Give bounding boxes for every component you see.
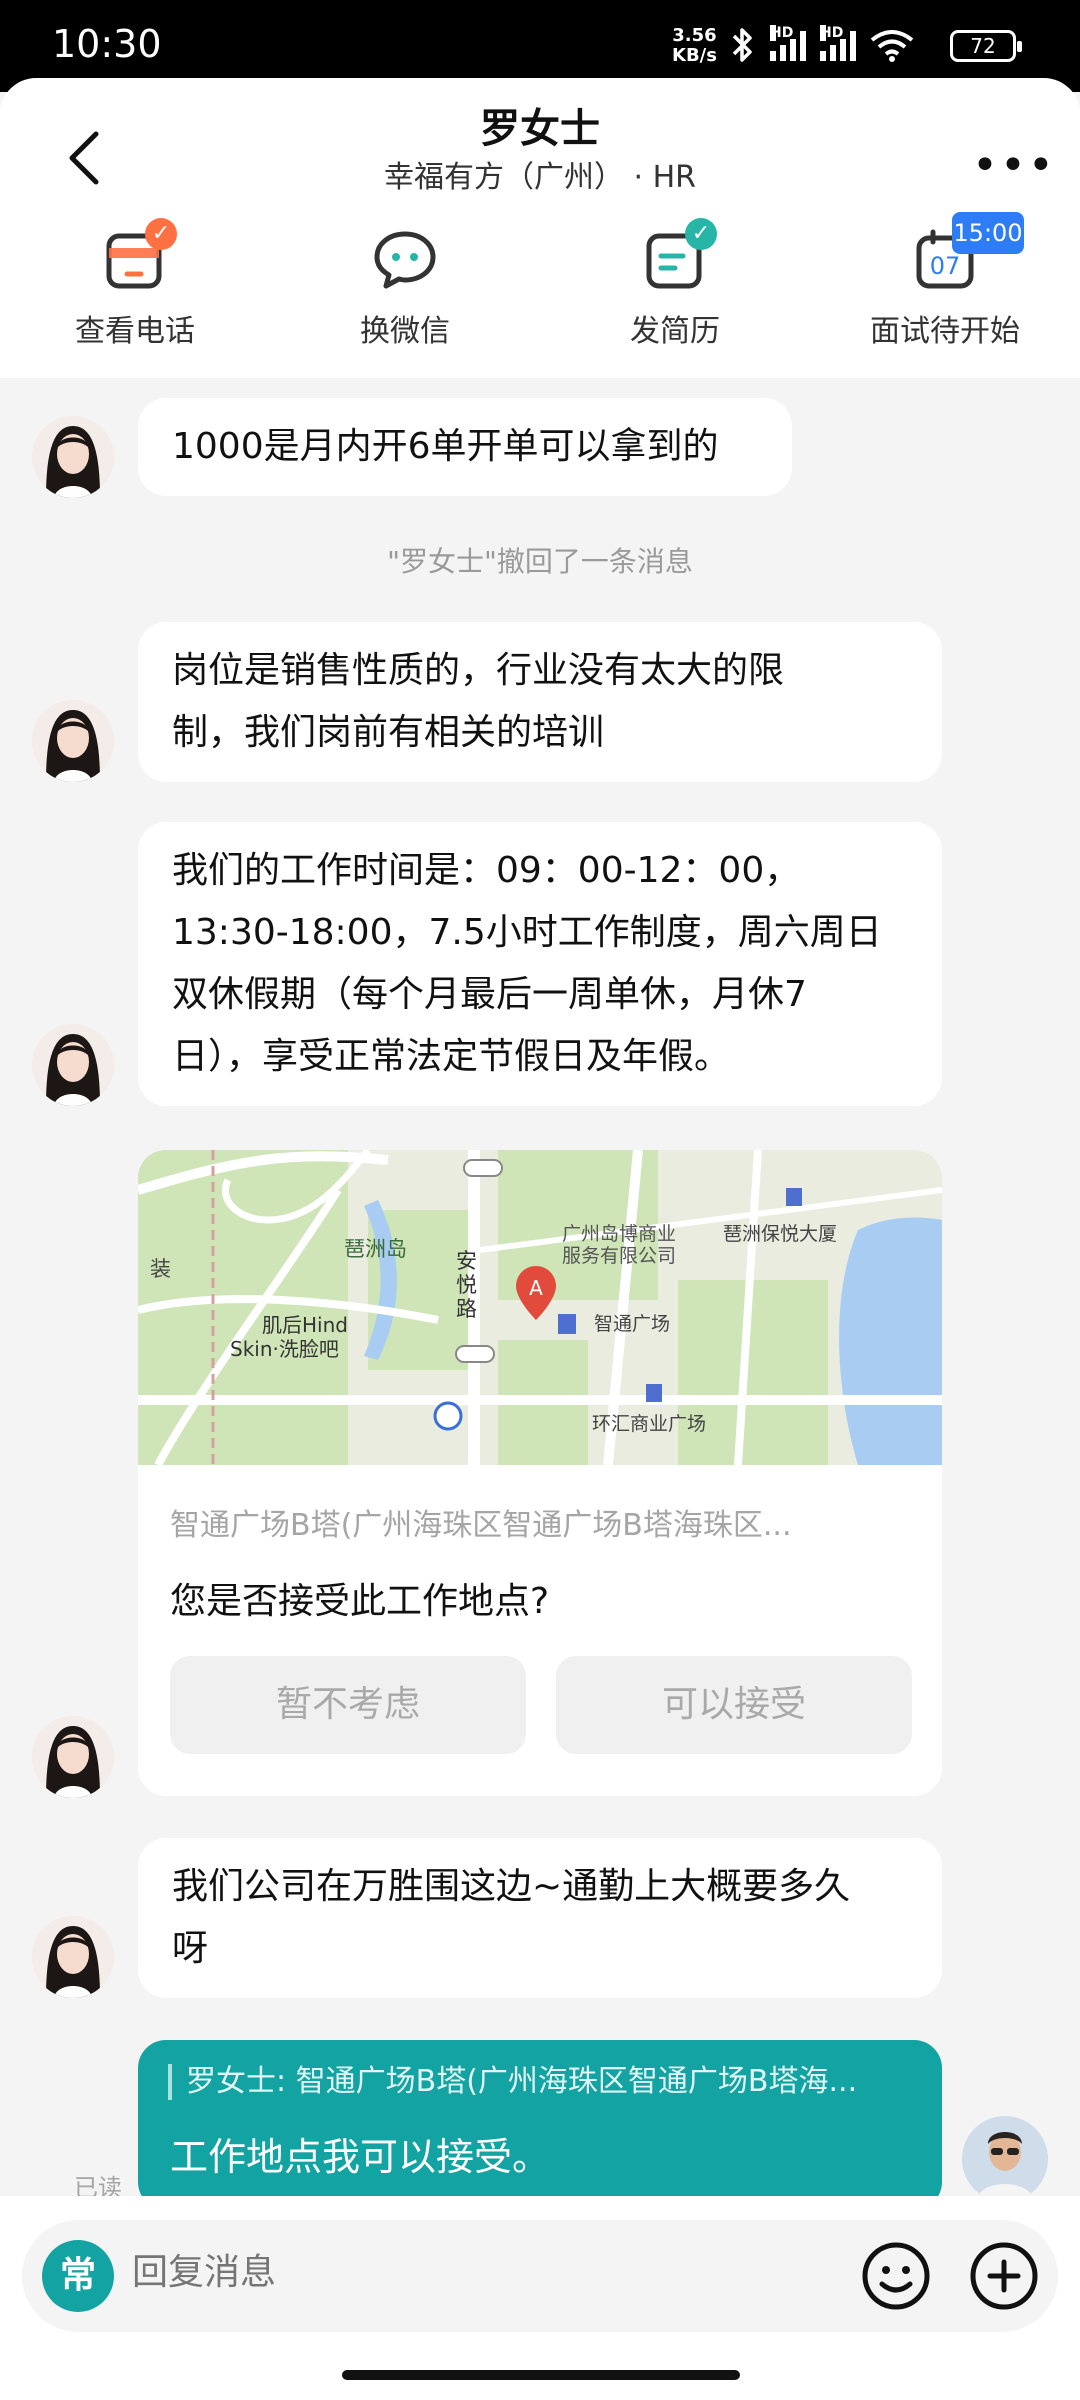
hr-avatar[interactable] [32,1024,114,1106]
contact-name: 罗女士 [480,106,600,152]
bus-stop-icon [433,1401,463,1431]
hr-avatar[interactable] [32,1916,114,1998]
map-label: 智通广场 [594,1313,670,1335]
map-label: 琶洲岛 [344,1237,407,1261]
calendar-day: 07 [930,252,961,280]
building-icon [646,1384,662,1402]
view-phone-label: 查看电话 [75,314,195,349]
message-line: 13:30-18:00，7.5小时工作制度，周六周日 [172,912,882,953]
quoted-message: 罗女士: 智通广场B塔(广州海珠区智通广场B塔海... [168,2064,918,2100]
recall-notice: "罗女士"撤回了一条消息 [387,545,693,578]
wifi-icon [870,30,914,62]
message-line: 我们的工作时间是：09：00-12：00， [172,850,801,891]
contact-company: 幸福有方（广州） · HR [383,160,696,195]
network-speed: 3.56 KB/s [672,26,717,66]
send-resume-button[interactable]: ✓ 发简历 [540,218,810,350]
map-label: 悦 [456,1273,477,1297]
phone-card-icon: ✓ [103,218,177,292]
message-line: 制，我们岗前有相关的培训 [172,712,605,753]
check-badge-icon: ✓ [145,218,177,250]
map-label: 环汇商业广场 [592,1413,706,1435]
signal-2-icon: HD [820,25,856,61]
message-bubble[interactable]: 岗位是销售性质的，行业没有太大的限 制，我们岗前有相关的培训 [138,622,942,782]
message-bubble[interactable]: 我们公司在万胜围这边~通勤上大概要多久 呀 [138,1838,942,1998]
message-bubble[interactable]: 1000是月内开6单开单可以拿到的 [138,398,792,496]
status-icons: HD HD [730,25,914,64]
location-question: 您是否接受此工作地点? [170,1581,550,1622]
hr-avatar[interactable] [32,1716,114,1798]
signal-1-icon: HD [770,25,806,61]
hd-2-label: HD [820,25,844,41]
network-speed-unit: KB/s [672,45,717,66]
view-phone-button[interactable]: ✓ 查看电话 [0,218,270,350]
bluetooth-icon [732,28,752,62]
message-line: 岗位是销售性质的，行业没有太大的限 [172,650,785,691]
location-map[interactable]: 装 琶洲岛 安 悦 路 广州岛博商业 服务有限公司 琶洲保悦大厦 肌后Hind … [138,1150,942,1465]
add-icon[interactable] [968,2240,1040,2312]
message-bubble[interactable]: 我们的工作时间是：09：00-12：00， 13:30-18:00，7.5小时工… [138,822,942,1106]
map-label: 装 [150,1257,171,1281]
battery-icon: 72 [950,30,1022,62]
exchange-wechat-label: 换微信 [360,314,450,349]
traffic-light-icon [463,1159,503,1177]
home-indicator[interactable] [342,2370,740,2380]
input-bar: 常 [0,2196,1080,2400]
more-options-icon[interactable]: ••• [972,140,1056,191]
emoji-icon[interactable] [860,2240,932,2312]
hr-avatar[interactable] [32,700,114,782]
map-label: 广州岛博商业 [562,1223,676,1245]
send-resume-label: 发简历 [630,314,720,349]
message-line: 呀 [172,1928,209,1969]
map-label: 肌后Hind [262,1313,348,1337]
message-input-container: 常 [22,2220,1058,2332]
message-line: 日），享受正常法定节假日及年假。 [172,1036,731,1077]
wechat-icon [373,228,437,292]
chat-area[interactable]: 1000是月内开6单开单可以拿到的 "罗女士"撤回了一条消息 岗位是销售性质的，… [0,378,1080,2198]
building-icon [786,1188,802,1206]
hr-avatar[interactable] [32,416,114,498]
location-card[interactable]: 装 琶洲岛 安 悦 路 广州岛博商业 服务有限公司 琶洲保悦大厦 肌后Hind … [138,1150,942,1796]
map-label: 安 [456,1249,477,1273]
building-icon [558,1314,576,1334]
my-message-text: 工作地点我可以接受。 [170,2135,551,2179]
my-message-bubble[interactable]: 罗女士: 智通广场B塔(广州海珠区智通广场B塔海... 工作地点我可以接受。 [138,2040,942,2210]
decline-location-button[interactable]: 暂不考虑 [170,1656,526,1754]
chat-header: 罗女士 幸福有方（广州） · HR ••• ✓ 查看电话 换微信 ✓ 发简历 0… [0,78,1080,378]
quick-reply-button[interactable]: 常 [42,2240,114,2312]
map-label: 服务有限公司 [562,1245,676,1267]
map-label: Skin·洗脸吧 [230,1337,339,1361]
network-speed-value: 3.56 [672,25,717,46]
action-row: ✓ 查看电话 换微信 ✓ 发简历 07 面试待开始 [0,218,1080,350]
location-pin-letter: A [529,1276,543,1300]
message-input[interactable] [132,2252,532,2293]
map-label: 琶洲保悦大厦 [723,1223,837,1245]
map-label: 路 [456,1297,477,1321]
hd-1-label: HD [770,25,794,41]
my-avatar[interactable] [962,2116,1048,2202]
resume-icon: ✓ [643,218,717,292]
interview-time-badge: 15:00 [952,212,1024,254]
interview-pending-label: 面试待开始 [870,314,1020,349]
interview-pending-button[interactable]: 07 面试待开始 [810,228,1080,350]
accept-location-button[interactable]: 可以接受 [556,1656,912,1754]
check-badge-icon: ✓ [685,218,717,250]
location-address: 智通广场B塔(广州海珠区智通广场B塔海珠区... [170,1508,792,1543]
traffic-light-icon [455,1345,495,1363]
message-line: 我们公司在万胜围这边~通勤上大概要多久 [172,1866,851,1907]
exchange-wechat-button[interactable]: 换微信 [270,228,540,350]
message-line: 双休假期（每个月最后一周单休，月休7 [172,974,807,1015]
status-time: 10:30 [52,22,162,66]
